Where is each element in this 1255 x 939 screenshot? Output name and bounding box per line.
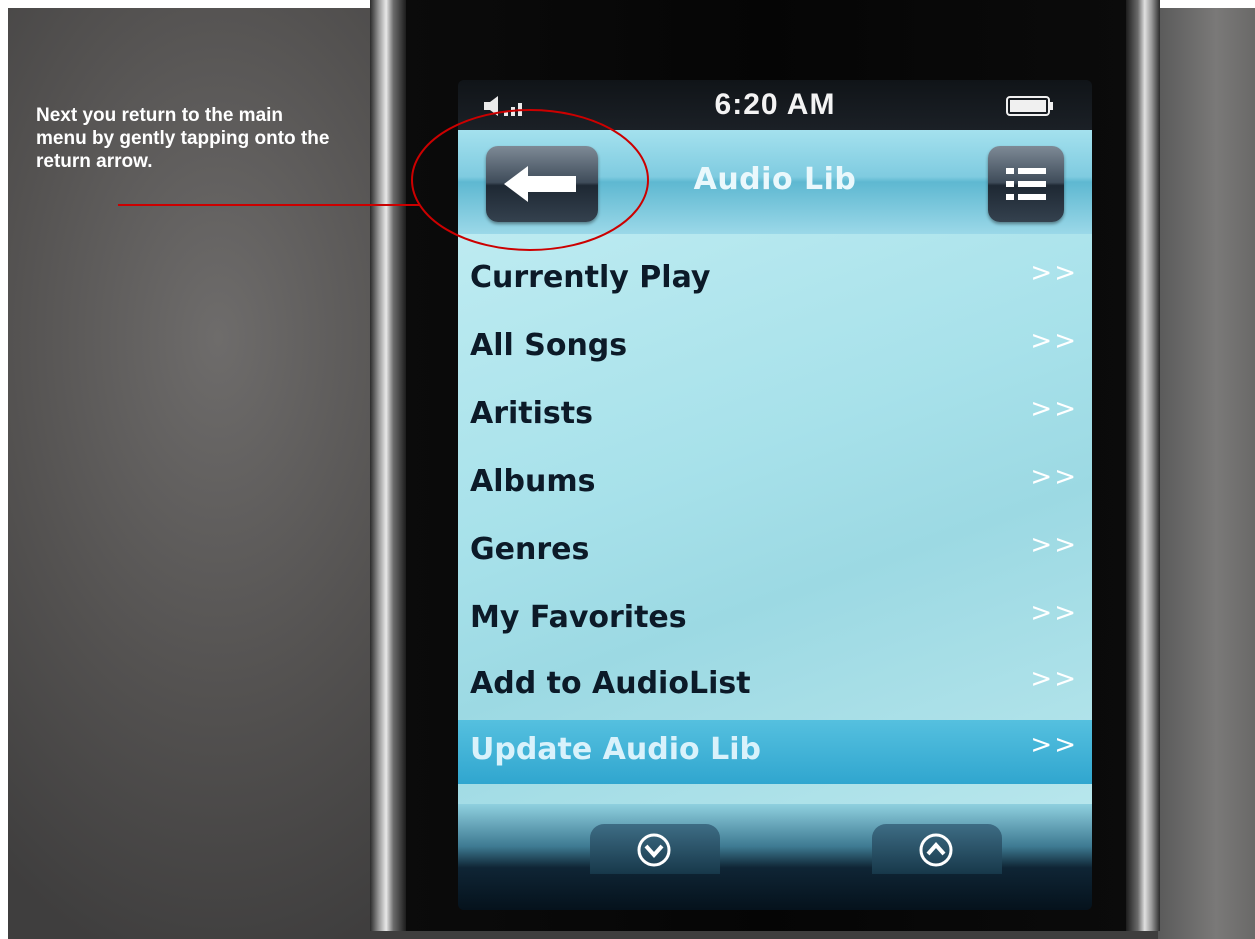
annotation-highlight-circle [411,109,649,251]
annotation-overlay [118,109,649,251]
